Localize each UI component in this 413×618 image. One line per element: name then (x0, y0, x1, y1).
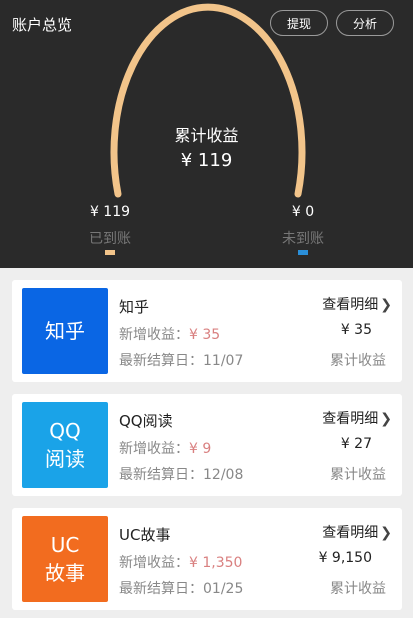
new-earnings: 新增收益：¥ 35 (119, 324, 220, 344)
platform-logo: QQ 阅读 (22, 402, 108, 488)
settled-color-marker (105, 250, 115, 255)
new-earnings-label: 新增收益： (119, 327, 189, 343)
settle-date-label: 最新结算日： (119, 467, 203, 483)
settle-date-label: 最新结算日： (119, 581, 203, 597)
new-earnings-label: 新增收益： (119, 441, 189, 457)
platform-logo: 知乎 (22, 288, 108, 374)
total-earnings-value: ¥ 27 (340, 436, 372, 452)
settled-amount: ¥ 119 (89, 204, 131, 220)
platform-name: QQ阅读 (119, 412, 173, 430)
total-earnings-label: 累计收益 (330, 581, 386, 597)
settle-date: 最新结算日：12/08 (119, 464, 243, 484)
logo-line: UC (50, 533, 80, 557)
unsettled-label: 未到账 (282, 231, 324, 247)
settle-date-label: 最新结算日： (119, 353, 203, 369)
logo-line: 知乎 (45, 319, 85, 343)
logo-line: 阅读 (45, 447, 85, 471)
unsettled-color-marker (298, 250, 308, 255)
view-detail-link[interactable]: 查看明细 ❯ (322, 522, 392, 542)
total-earnings-value: ¥ 35 (340, 322, 372, 338)
platform-name: 知乎 (119, 298, 150, 316)
settle-date-value: 11/07 (203, 353, 244, 369)
view-detail-label: 查看明细 (322, 297, 379, 313)
new-earnings-amount: ¥ 35 (189, 327, 221, 343)
settle-date: 最新结算日：01/25 (119, 578, 243, 598)
platform-name: UC故事 (119, 526, 171, 544)
chevron-right-icon: ❯ (380, 411, 392, 427)
logo-line: 故事 (45, 561, 85, 585)
platform-card-qq-reading[interactable]: QQ 阅读 QQ阅读 新增收益：¥ 9 最新结算日：12/08 查看明细 ❯ ¥ … (12, 394, 402, 496)
total-earnings-label: 累计收益 (330, 467, 386, 483)
platform-card-zhihu[interactable]: 知乎 知乎 新增收益：¥ 35 最新结算日：11/07 查看明细 ❯ ¥ 35 累… (12, 280, 402, 382)
total-earnings-label: 累计收益 (330, 353, 386, 369)
new-earnings-amount: ¥ 1,350 (189, 555, 243, 571)
chevron-right-icon: ❯ (380, 297, 392, 313)
new-earnings-amount: ¥ 9 (189, 441, 212, 457)
platform-logo: UC 故事 (22, 516, 108, 602)
view-detail-label: 查看明细 (322, 525, 379, 541)
logo-line: QQ (49, 419, 81, 443)
settle-date-value: 12/08 (203, 467, 244, 483)
account-overview-header: 账户总览 提现 分析 累计收益 ¥ 119 ¥ 119 已到账 ¥ 0 未到账 (0, 0, 413, 268)
settle-date-value: 01/25 (203, 581, 244, 597)
new-earnings-label: 新增收益： (119, 555, 189, 571)
gauge-center-label: 累计收益 (174, 126, 239, 145)
view-detail-link[interactable]: 查看明细 ❯ (322, 408, 392, 428)
gauge-center-value: ¥ 119 (180, 150, 233, 171)
settled-label: 已到账 (89, 231, 131, 247)
total-earnings-value: ¥ 9,150 (318, 550, 372, 566)
chevron-right-icon: ❯ (380, 525, 392, 541)
unsettled-amount: ¥ 0 (291, 204, 315, 220)
settle-date: 最新结算日：11/07 (119, 350, 243, 370)
platform-card-uc-story[interactable]: UC 故事 UC故事 新增收益：¥ 1,350 最新结算日：01/25 查看明细… (12, 508, 402, 610)
view-detail-label: 查看明细 (322, 411, 379, 427)
new-earnings: 新增收益：¥ 1,350 (119, 552, 242, 572)
new-earnings: 新增收益：¥ 9 (119, 438, 211, 458)
view-detail-link[interactable]: 查看明细 ❯ (322, 294, 392, 314)
